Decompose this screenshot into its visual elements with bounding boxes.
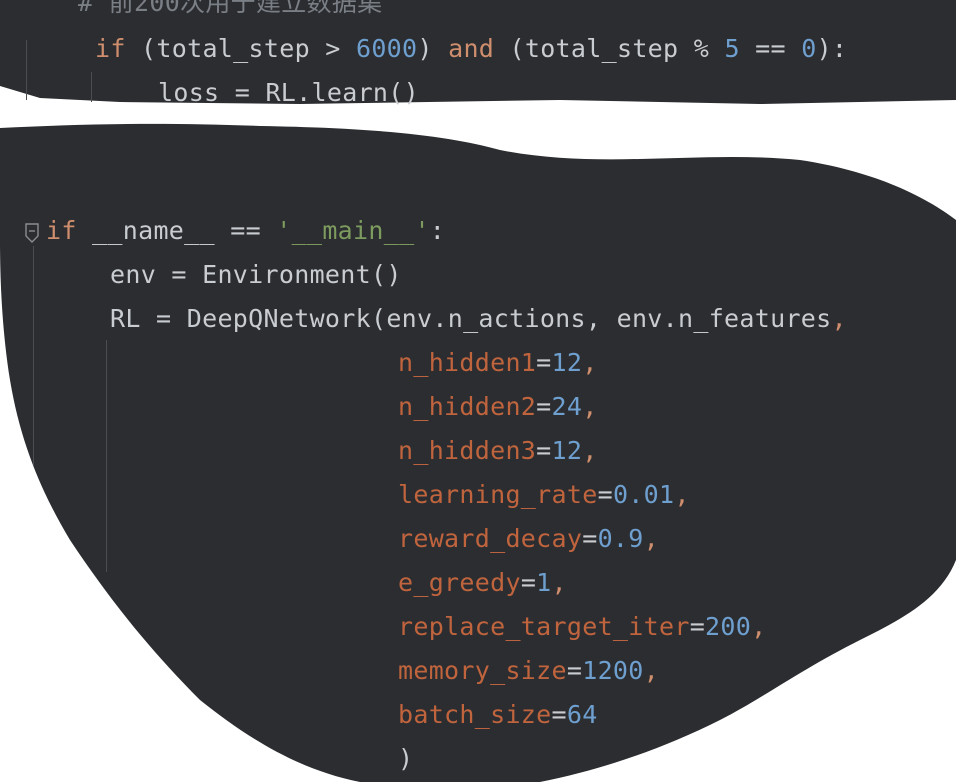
- param-line: e_greedy=1,: [398, 568, 567, 597]
- param-name: learning_rate: [398, 480, 598, 509]
- keyword-if: if: [46, 216, 77, 245]
- param-name: reward_decay: [398, 524, 583, 553]
- param-sep: ,: [751, 612, 767, 641]
- rl-constructor: RL = DeepQNetwork(env.n_actions, env.n_f…: [110, 304, 832, 333]
- param-line: n_hidden3=12,: [398, 436, 598, 465]
- number-6000: 6000: [355, 34, 418, 63]
- param-name: memory_size: [398, 656, 567, 685]
- env-line: env = Environment(): [110, 260, 402, 289]
- condition-part-1: (total_step >: [125, 34, 356, 63]
- colon: :: [429, 216, 446, 245]
- param-value: 1: [536, 568, 552, 597]
- param-name: e_greedy: [398, 568, 521, 597]
- closing-paren: ): [398, 744, 414, 773]
- indent-guide: [33, 246, 34, 466]
- param-line: reward_decay=0.9,: [398, 524, 659, 553]
- param-value: 200: [705, 612, 752, 641]
- fold-icon[interactable]: [24, 220, 40, 246]
- comment-line: # 前200次用于建立数据集: [78, 0, 383, 17]
- param-value: 0.01: [612, 480, 675, 509]
- param-sep: ,: [582, 392, 598, 421]
- condition-close-2: ):: [816, 34, 848, 63]
- param-line: n_hidden1=12,: [398, 348, 598, 377]
- param-value: 1200: [582, 656, 644, 685]
- code-screenshot: # 前200次用于建立数据集 if (total_step > 6000) an…: [0, 0, 956, 782]
- param-sep: ,: [582, 436, 598, 465]
- equals-op: ==: [739, 34, 802, 63]
- param-value: 12: [551, 348, 583, 377]
- loss-line: loss = RL.learn(): [158, 78, 419, 107]
- param-line: memory_size=1200,: [398, 656, 659, 685]
- indent-guide: [91, 72, 92, 102]
- param-name: n_hidden2: [398, 392, 537, 421]
- condition-close-1: ): [417, 34, 449, 63]
- param-line: n_hidden2=24,: [398, 392, 598, 421]
- param-name: n_hidden3: [398, 436, 537, 465]
- code-editor: # 前200次用于建立数据集 if (total_step > 6000) an…: [0, 0, 956, 782]
- main-guard-line: if __name__ == '__main__':: [46, 216, 445, 246]
- param-line: batch_size=64: [398, 700, 598, 729]
- number-0: 0: [801, 34, 817, 63]
- if-condition-line: if (total_step > 6000) and (total_step %…: [95, 34, 847, 64]
- param-sep: ,: [643, 656, 659, 685]
- number-5: 5: [724, 34, 740, 63]
- rl-line: RL = DeepQNetwork(env.n_actions, env.n_f…: [110, 304, 847, 334]
- name-compare: __name__ ==: [76, 216, 277, 245]
- param-sep: ,: [643, 524, 659, 553]
- param-value: 12: [551, 436, 583, 465]
- param-name: n_hidden1: [398, 348, 537, 377]
- condition-part-2: (total_step %: [494, 34, 725, 63]
- keyword-and: and: [448, 34, 495, 63]
- param-name: replace_target_iter: [398, 612, 690, 641]
- param-value: 0.9: [597, 524, 644, 553]
- param-sep: ,: [674, 480, 690, 509]
- param-sep: ,: [582, 348, 598, 377]
- indent-guide: [26, 40, 27, 100]
- param-line: replace_target_iter=200,: [398, 612, 767, 641]
- param-value: 64: [566, 700, 598, 729]
- trailing-comma: ,: [831, 304, 847, 333]
- param-sep: ,: [551, 568, 567, 597]
- param-name: batch_size: [398, 700, 552, 729]
- param-line: learning_rate=0.01,: [398, 480, 690, 509]
- indent-guide: [106, 340, 107, 572]
- main-string: '__main__': [276, 216, 430, 245]
- param-value: 24: [551, 392, 583, 421]
- keyword-if: if: [95, 34, 126, 63]
